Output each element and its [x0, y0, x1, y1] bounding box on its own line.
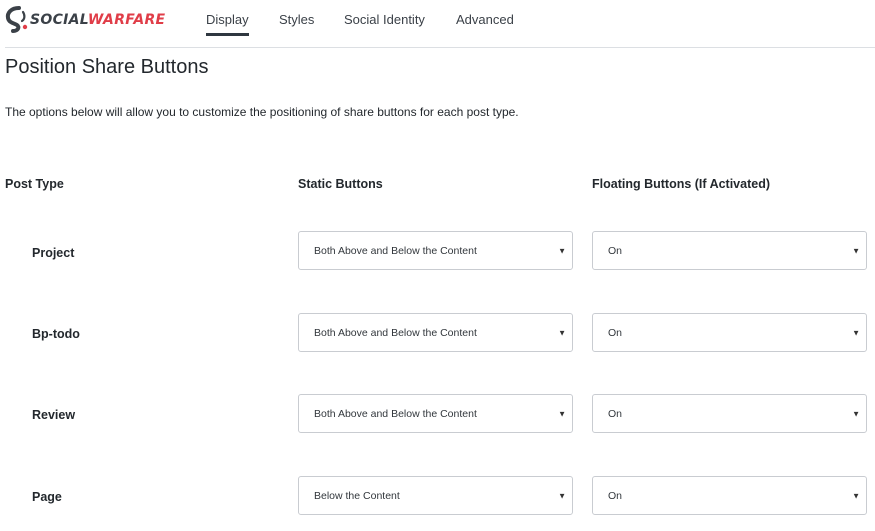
select-value: On	[608, 407, 623, 420]
floating-buttons-select-project[interactable]: On ▼	[592, 231, 867, 270]
post-type-label-project: Project	[32, 246, 75, 260]
social-warfare-logo-icon	[5, 6, 28, 33]
select-value: Both Above and Below the Content	[314, 244, 477, 257]
static-buttons-select-bp-todo[interactable]: Both Above and Below the Content ▼	[298, 313, 573, 352]
post-type-label-review: Review	[32, 408, 76, 422]
floating-buttons-select-page[interactable]: On ▼	[592, 476, 867, 515]
select-value: On	[608, 489, 623, 502]
chevron-down-icon: ▼	[852, 490, 860, 500]
select-value: Both Above and Below the Content	[314, 407, 477, 420]
chevron-down-icon: ▼	[558, 327, 566, 337]
header-divider	[5, 47, 875, 48]
column-header-post-type: Post Type	[5, 177, 64, 191]
tab-advanced[interactable]: Advanced	[456, 12, 514, 27]
static-buttons-select-page[interactable]: Below the Content ▼	[298, 476, 573, 515]
select-value: On	[608, 326, 623, 339]
tab-styles[interactable]: Styles	[279, 12, 314, 27]
floating-buttons-select-review[interactable]: On ▼	[592, 394, 867, 433]
floating-buttons-select-bp-todo[interactable]: On ▼	[592, 313, 867, 352]
top-navigation: SOCIALWARFARE Display Styles Social Iden…	[0, 0, 875, 48]
brand-wordmark: SOCIALWARFARE	[30, 12, 166, 28]
column-header-static-buttons: Static Buttons	[298, 177, 383, 191]
column-header-floating-buttons: Floating Buttons (If Activated)	[592, 177, 770, 191]
tab-social-identity[interactable]: Social Identity	[344, 12, 425, 27]
static-buttons-select-project[interactable]: Both Above and Below the Content ▼	[298, 231, 573, 270]
chevron-down-icon: ▼	[852, 327, 860, 337]
select-value: Below the Content	[314, 489, 400, 502]
chevron-down-icon: ▼	[852, 408, 860, 418]
chevron-down-icon: ▼	[558, 408, 566, 418]
tab-display[interactable]: Display	[206, 12, 249, 36]
static-buttons-select-review[interactable]: Both Above and Below the Content ▼	[298, 394, 573, 433]
select-value: On	[608, 244, 623, 257]
chevron-down-icon: ▼	[558, 490, 566, 500]
post-type-label-bp-todo: Bp-todo	[32, 327, 80, 341]
select-value: Both Above and Below the Content	[314, 326, 477, 339]
page-description: The options below will allow you to cust…	[5, 105, 519, 119]
brand-logo[interactable]: SOCIALWARFARE	[5, 6, 165, 34]
chevron-down-icon: ▼	[558, 245, 566, 255]
page-title: Position Share Buttons	[5, 56, 209, 78]
post-type-label-page: Page	[32, 490, 62, 504]
chevron-down-icon: ▼	[852, 245, 860, 255]
